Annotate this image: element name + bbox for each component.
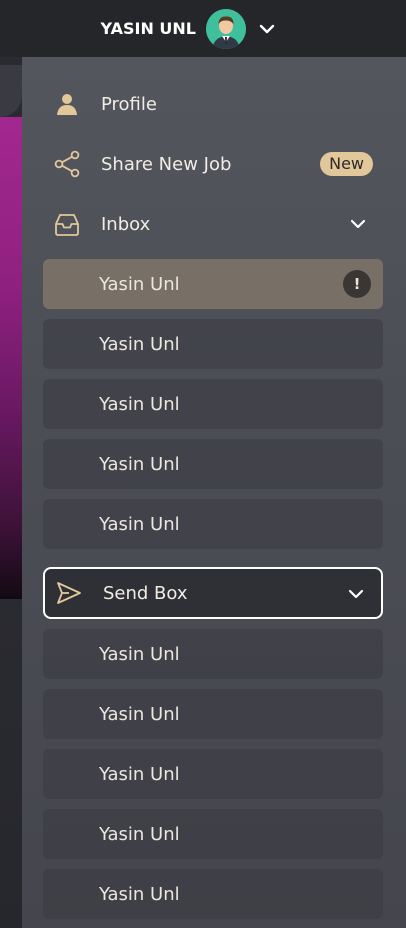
inbox-item-label: Yasin Unl <box>99 333 180 355</box>
background-lower <box>0 599 22 928</box>
sendbox-item-label: Yasin Unl <box>99 703 180 725</box>
inbox-item[interactable]: Yasin Unl <box>43 379 383 429</box>
inbox-item-label: Yasin Unl <box>99 273 180 295</box>
menu-label-share-new-job: Share New Job <box>101 153 232 175</box>
send-icon <box>55 579 83 607</box>
sendbox-item-label: Yasin Unl <box>99 763 180 785</box>
menu-label-profile: Profile <box>101 93 157 115</box>
background-tab <box>0 65 22 117</box>
chevron-down-icon[interactable] <box>258 20 276 38</box>
inbox-item-label: Yasin Unl <box>99 453 180 475</box>
inbox-item[interactable]: Yasin Unl <box>43 319 383 369</box>
menu-item-share-new-job[interactable]: Share New Job New <box>43 139 383 189</box>
inbox-item[interactable]: Yasin Unl ! <box>43 259 383 309</box>
menu-label-send-box: Send Box <box>103 582 188 604</box>
sendbox-item[interactable]: Yasin Unl <box>43 749 383 799</box>
menu-item-inbox[interactable]: Inbox <box>43 199 383 249</box>
inbox-item-label: Yasin Unl <box>99 513 180 535</box>
menu-item-profile[interactable]: Profile <box>43 79 383 129</box>
person-icon <box>53 90 81 118</box>
new-badge: New <box>320 152 373 176</box>
top-bar: YASIN UNL <box>0 0 406 57</box>
side-menu-panel: Profile Share New Job New Inbox Yasin Un… <box>22 57 406 928</box>
sendbox-item-label: Yasin Unl <box>99 643 180 665</box>
alert-icon: ! <box>343 270 371 298</box>
sendbox-item[interactable]: Yasin Unl <box>43 629 383 679</box>
chevron-down-icon[interactable] <box>349 215 367 233</box>
sendbox-item-label: Yasin Unl <box>99 883 180 905</box>
sendbox-item[interactable]: Yasin Unl <box>43 869 383 919</box>
sendbox-item[interactable]: Yasin Unl <box>43 689 383 739</box>
share-icon <box>53 150 81 178</box>
background-image <box>0 117 22 599</box>
sendbox-item[interactable]: Yasin Unl <box>43 809 383 859</box>
user-name[interactable]: YASIN UNL <box>101 19 196 38</box>
inbox-item[interactable]: Yasin Unl <box>43 439 383 489</box>
avatar-illustration <box>206 8 246 49</box>
menu-item-send-box[interactable]: Send Box <box>43 567 383 619</box>
menu-label-inbox: Inbox <box>101 213 151 235</box>
inbox-item-label: Yasin Unl <box>99 393 180 415</box>
sendbox-item-label: Yasin Unl <box>99 823 180 845</box>
inbox-icon <box>53 210 81 238</box>
user-avatar[interactable] <box>206 8 246 49</box>
inbox-item[interactable]: Yasin Unl <box>43 499 383 549</box>
chevron-down-icon[interactable] <box>347 585 365 603</box>
